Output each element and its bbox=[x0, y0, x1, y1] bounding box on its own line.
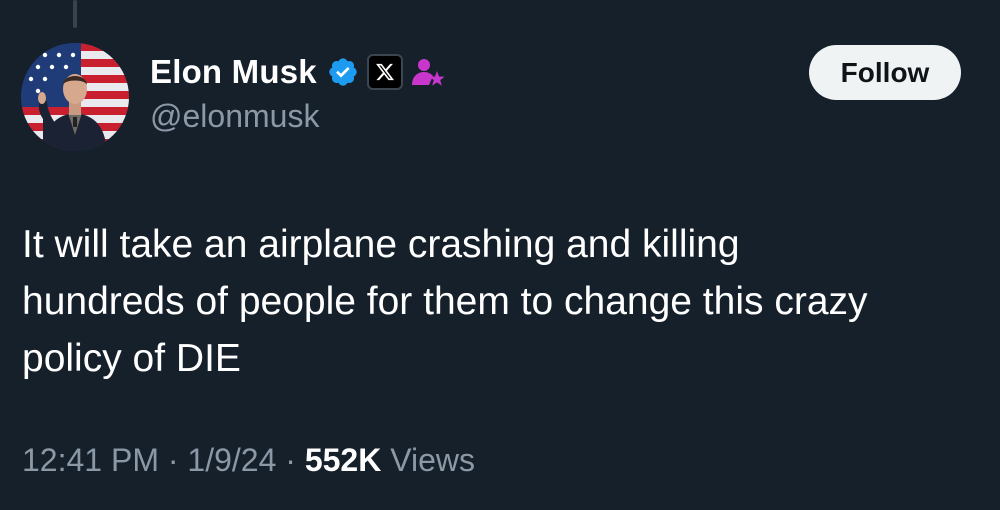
tweet-text: It will take an airplane crashing and ki… bbox=[22, 216, 972, 387]
author-handle[interactable]: @elonmusk bbox=[150, 98, 319, 135]
author-display-name[interactable]: Elon Musk bbox=[150, 53, 317, 91]
person-star-icon[interactable] bbox=[411, 57, 445, 87]
views-count[interactable]: 552K bbox=[305, 442, 382, 478]
verified-badge-icon[interactable] bbox=[327, 56, 359, 88]
avatar-image bbox=[21, 43, 129, 151]
author-name-row: Elon Musk bbox=[150, 52, 445, 92]
tweet-metadata: 12:41 PM · 1/9/24 · 552K Views bbox=[22, 442, 475, 479]
tweet-text-line: hundreds of people for them to change th… bbox=[22, 280, 868, 323]
meta-separator: · bbox=[285, 442, 296, 478]
meta-separator: · bbox=[167, 442, 179, 478]
x-logo-icon[interactable] bbox=[366, 54, 403, 90]
tweet-text-line: It will take an airplane crashing and ki… bbox=[22, 223, 740, 266]
tweet-text-line: policy of DIE bbox=[22, 337, 241, 380]
tweet-date[interactable]: 1/9/24 bbox=[187, 442, 276, 478]
follow-button[interactable]: Follow bbox=[809, 45, 961, 100]
tweet-time[interactable]: 12:41 PM bbox=[22, 442, 159, 478]
avatar[interactable] bbox=[21, 43, 129, 151]
thread-connector-line bbox=[73, 0, 77, 28]
views-label[interactable]: Views bbox=[390, 442, 475, 478]
